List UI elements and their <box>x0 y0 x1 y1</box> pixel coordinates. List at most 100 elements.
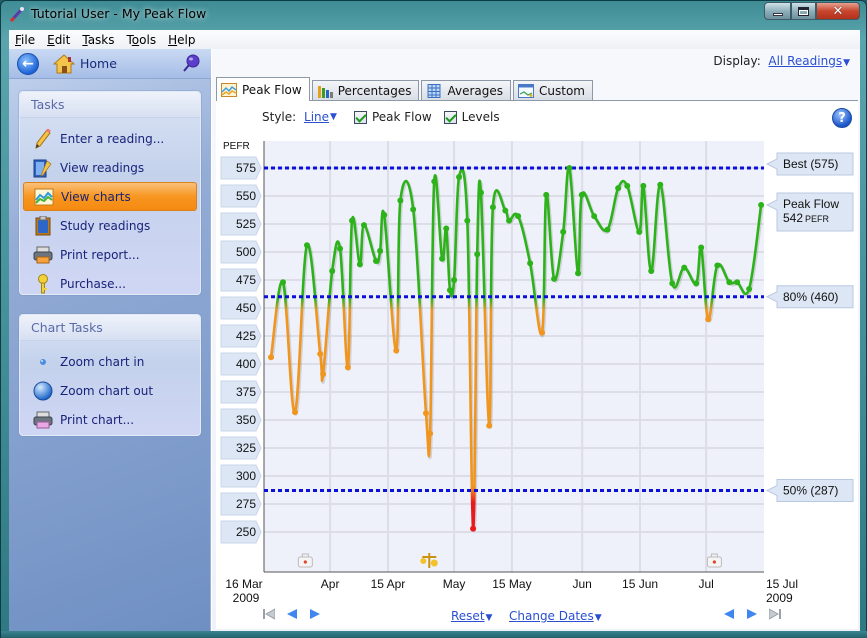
pencil-icon <box>33 128 53 149</box>
first-page-icon[interactable] <box>263 608 275 620</box>
previous-icon[interactable] <box>723 608 735 620</box>
menu-file[interactable]: File <box>9 33 41 47</box>
chart-task-print[interactable]: Print chart... <box>23 405 197 434</box>
task-view-readings[interactable]: View readings <box>23 153 197 182</box>
chart-tasks-panel: Chart Tasks Zoom chart in Zoom chart out <box>19 314 201 436</box>
y-tick-label: 275 <box>236 497 256 511</box>
data-point <box>446 287 453 294</box>
chart-panel: Style: Line ▼ Peak Flow Levels ? PEFR 575 5… <box>216 101 858 629</box>
menu-edit-label: Edit <box>47 32 71 47</box>
level-50-callout: 50% (287) <box>765 479 854 503</box>
data-point <box>320 371 327 378</box>
task-study-readings[interactable]: Study readings <box>23 211 197 240</box>
tab-averages[interactable]: Averages <box>421 80 511 100</box>
task-label: View charts <box>61 189 131 204</box>
main-content: Display: All Readings▼ Peak Flow Percent… <box>212 49 860 631</box>
window-controls: ✕ <box>764 2 860 20</box>
data-point <box>427 430 434 437</box>
x-tick-label: Jun <box>573 577 592 591</box>
data-point <box>439 255 446 262</box>
data-point <box>734 279 741 286</box>
sidebar-nav: ← Home <box>9 49 211 79</box>
data-point <box>681 264 688 271</box>
y-tick: 275 <box>220 492 262 516</box>
home-icon[interactable] <box>53 53 75 75</box>
tab-custom[interactable]: Custom <box>513 80 593 100</box>
data-point <box>329 268 336 275</box>
data-point <box>560 228 567 235</box>
maximize-button[interactable] <box>791 2 816 20</box>
chart-tabs: Peak Flow Percentages Averages Custom <box>216 77 595 101</box>
medical-kit-cross <box>712 560 717 564</box>
menu-help[interactable]: Help <box>162 33 201 47</box>
task-purchase[interactable]: Purchase... <box>23 269 197 298</box>
data-point <box>714 262 721 269</box>
menu-tools-label: Tools <box>126 32 157 47</box>
data-point <box>506 217 513 224</box>
custom-chart-icon <box>518 83 534 98</box>
level-80-callout-text: 80% (460) <box>783 290 838 304</box>
task-print-report[interactable]: Print report... <box>23 240 197 269</box>
y-tick: 325 <box>220 436 262 460</box>
menu-tools[interactable]: Tools <box>121 33 163 47</box>
y-tick: 475 <box>220 268 262 292</box>
chevron-down-icon: ▼ <box>594 613 602 623</box>
peak-flow-chart: PEFR 575 550 525 500 475 450 425 400 375 350 325 300… <box>220 141 854 605</box>
task-view-charts[interactable]: View charts <box>23 182 197 211</box>
data-point <box>337 245 344 252</box>
home-link[interactable]: Home <box>80 56 117 71</box>
close-button[interactable]: ✕ <box>816 2 860 20</box>
data-point <box>451 277 458 283</box>
next-icon[interactable] <box>309 608 321 620</box>
data-point <box>502 207 509 214</box>
last-page-icon[interactable] <box>769 608 781 620</box>
chart-task-zoom-in[interactable]: Zoom chart in <box>23 347 197 376</box>
data-point <box>636 228 643 235</box>
minimize-button[interactable] <box>764 2 791 20</box>
data-point <box>477 189 484 196</box>
reset-link[interactable]: Reset▼ <box>451 609 492 623</box>
y-tick-label: 350 <box>236 413 256 427</box>
y-tick: 500 <box>220 240 262 264</box>
chevron-down-icon[interactable]: ▼ <box>843 58 850 68</box>
y-tick-label: 525 <box>236 217 256 231</box>
data-point <box>726 279 733 286</box>
menu-tasks[interactable]: Tasks <box>76 33 120 47</box>
menu-edit[interactable]: Edit <box>41 33 76 47</box>
app-icon <box>9 7 24 23</box>
maximize-icon <box>798 6 809 16</box>
y-tick-label: 325 <box>236 441 256 455</box>
y-tick: 425 <box>220 324 262 348</box>
close-icon: ✕ <box>832 3 844 19</box>
data-point <box>575 270 582 277</box>
menu-help-label: Help <box>168 32 196 47</box>
display-dropdown[interactable]: All Readings <box>768 54 842 68</box>
next-icon[interactable] <box>746 608 758 620</box>
best-level-callout: Best (575) <box>765 152 854 176</box>
data-point <box>566 165 573 171</box>
chart-task-zoom-out[interactable]: Zoom chart out <box>23 376 197 405</box>
y-tick-label: 250 <box>236 525 256 539</box>
y-tick-label: 575 <box>236 161 256 175</box>
tab-label: Custom <box>539 83 585 98</box>
y-tick: 550 <box>220 184 262 208</box>
tab-peak-flow[interactable]: Peak Flow <box>216 77 310 101</box>
back-button[interactable]: ← <box>17 53 39 75</box>
tasks-panel-title: Tasks <box>20 92 200 118</box>
data-point <box>474 251 481 258</box>
previous-icon[interactable] <box>286 608 298 620</box>
chart-task-label: Zoom chart out <box>60 383 154 398</box>
level-50-callout-text: 50% (287) <box>783 484 838 498</box>
back-arrow-icon: ← <box>22 56 34 72</box>
plot-background <box>264 141 764 572</box>
pin-icon[interactable] <box>181 53 201 73</box>
tab-label: Peak Flow <box>242 82 302 97</box>
change-dates-link[interactable]: Change Dates▼ <box>509 609 602 623</box>
data-point <box>443 225 450 232</box>
data-point <box>344 364 351 371</box>
tab-percentages[interactable]: Percentages <box>311 80 420 100</box>
task-enter-reading[interactable]: Enter a reading... <box>23 124 197 153</box>
tab-label: Averages <box>447 83 503 98</box>
data-point <box>615 185 622 192</box>
menu-bar: File Edit Tasks Tools Help <box>9 30 860 49</box>
